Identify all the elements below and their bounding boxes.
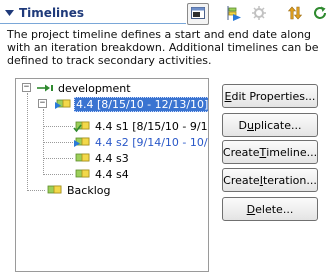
tree-item-iteration[interactable]: 4.4 s4: [73, 166, 131, 182]
iteration-current-icon: [54, 97, 72, 111]
tree-item-iteration[interactable]: 4.4 [8/15/10 - 12/13/10]: [54, 96, 209, 112]
tree-item-root[interactable]: development: [36, 80, 133, 96]
duplicate-button[interactable]: Du plicate...: [222, 113, 318, 137]
iteration-icon: [45, 183, 63, 197]
toolbar-separator: [212, 3, 220, 25]
tree-item-iteration[interactable]: 4.4 s1 [8/15/10 - 9/14/: [73, 118, 209, 134]
tree-item-label: 4.4 s4: [95, 167, 129, 181]
toolbar-separator: [273, 3, 281, 25]
tree-item-label: Backlog: [67, 183, 111, 197]
section-title: Timelines: [19, 6, 84, 20]
section-toggle[interactable]: Timelines: [3, 4, 84, 22]
iteration-icon: [73, 151, 91, 165]
create-timeline-button[interactable]: Create Timeline...: [222, 140, 318, 164]
settings-button[interactable]: [248, 3, 270, 25]
tree-item-backlog[interactable]: Backlog: [45, 182, 112, 198]
refresh-button[interactable]: [309, 3, 331, 25]
tree-item-label: 4.4 [8/15/10 - 12/13/10]: [74, 96, 209, 112]
layout-toggle-button[interactable]: [187, 3, 209, 25]
timelines-section-header: Timelines: [0, 0, 334, 28]
collapse-twisty-icon[interactable]: [3, 4, 15, 22]
tree-connector: [43, 126, 73, 127]
tree-item-label: 4.4 s1 [8/15/10 - 9/14/: [95, 119, 209, 133]
sort-up-down-icon: [287, 5, 303, 24]
settings-gear-icon: [251, 5, 267, 24]
tree-connector: [43, 174, 73, 175]
timelines-tree[interactable]: − development − 4.4 [8/15/10 - 12/13/10]: [15, 78, 209, 272]
collapse-toggle[interactable]: −: [38, 99, 47, 108]
sort-button[interactable]: [284, 3, 306, 25]
iteration-icon: [73, 167, 91, 181]
section-description: The project timeline defines a start and…: [7, 28, 319, 67]
edit-properties-button[interactable]: Edit Properties...: [222, 84, 318, 108]
header-divider: [0, 23, 186, 24]
tree-connector: [27, 190, 45, 191]
delete-button[interactable]: Delete...: [222, 197, 318, 221]
collapse-toggle[interactable]: −: [22, 83, 31, 92]
tree-item-label: 4.4 s3: [95, 151, 129, 165]
layout-toggle-icon: [190, 5, 206, 24]
tree-connector: [43, 142, 73, 143]
tree-connector: [27, 93, 28, 191]
tree-item-iteration[interactable]: 4.4 s3: [73, 150, 131, 166]
tree-item-label: 4.4 s2 [9/14/10 - 10/14: [95, 135, 209, 149]
tree-item-label: development: [58, 81, 131, 95]
iteration-current-icon: [73, 135, 91, 149]
timeline-arrow-icon: [36, 81, 54, 95]
refresh-icon: [312, 5, 328, 24]
create-iteration-button[interactable]: Create Iteration...: [222, 168, 318, 192]
tree-item-iteration[interactable]: 4.4 s2 [9/14/10 - 10/14: [73, 134, 209, 150]
iteration-check-icon: [73, 119, 91, 133]
tree-connector: [43, 158, 73, 159]
run-forward-button[interactable]: [223, 3, 245, 25]
section-toolbar: [187, 3, 331, 25]
run-forward-icon: [226, 5, 242, 24]
